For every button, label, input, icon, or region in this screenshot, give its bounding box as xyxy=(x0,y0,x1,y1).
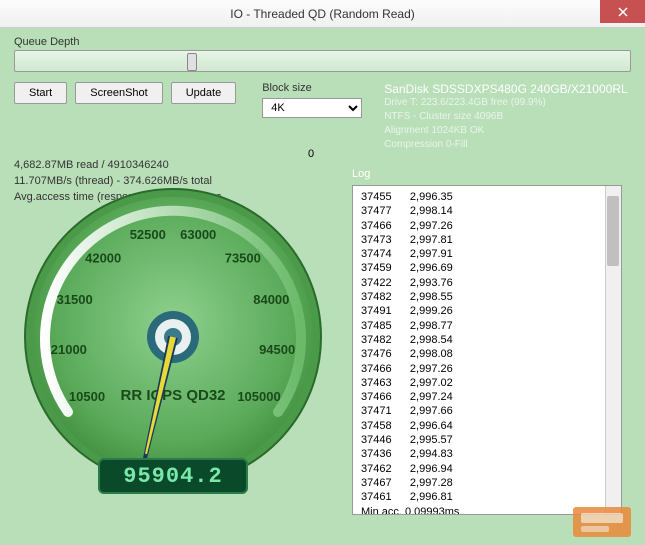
gauge-tick: 42000 xyxy=(85,251,121,266)
log-row: 37455 2,996.35 xyxy=(361,190,613,204)
log-row: 37462 2,996.94 xyxy=(361,462,613,476)
device-info: SanDisk SDSSDXPS480G 240GB/X21000RL Driv… xyxy=(384,82,631,152)
block-size-select[interactable]: 4K xyxy=(262,98,362,118)
log-row: 37482 2,998.55 xyxy=(361,290,613,304)
gauge-tick: 52500 xyxy=(130,227,166,242)
zero-value: 0 xyxy=(308,148,314,160)
log-row: 37422 2,993.76 xyxy=(361,276,613,290)
log-row: 37473 2,997.81 xyxy=(361,233,613,247)
device-line: Drive T: 223.6/223.4GB free (99.9%) xyxy=(384,96,631,110)
start-button[interactable]: Start xyxy=(14,82,67,104)
log-label: Log xyxy=(352,168,370,180)
gauge: 10500 21000 31500 42000 52500 63000 73500 84000… xyxy=(18,182,328,522)
log-row: 37471 2,997.66 xyxy=(361,404,613,418)
log-row: 37466 2,997.26 xyxy=(361,219,613,233)
log-row: 37459 2,996.69 xyxy=(361,261,613,275)
device-line: Alignment 1024KB OK xyxy=(384,124,631,138)
device-line: Compression 0-Fill xyxy=(384,138,631,152)
log-row: 37476 2,998.08 xyxy=(361,347,613,361)
gauge-tick: 105000 xyxy=(237,389,280,404)
block-size-label: Block size xyxy=(262,82,362,94)
update-button[interactable]: Update xyxy=(171,82,236,104)
screenshot-button[interactable]: ScreenShot xyxy=(75,82,162,104)
gauge-tick: 84000 xyxy=(253,292,289,307)
gauge-tick: 73500 xyxy=(225,251,261,266)
gauge-tick: 21000 xyxy=(51,342,87,357)
log-row: 37466 2,997.24 xyxy=(361,390,613,404)
scrollbar[interactable] xyxy=(605,186,621,514)
slider-thumb[interactable] xyxy=(187,53,197,71)
log-row: 37482 2,998.54 xyxy=(361,333,613,347)
scrollbar-thumb[interactable] xyxy=(607,196,619,266)
device-line: NTFS - Cluster size 4096B xyxy=(384,110,631,124)
device-title: SanDisk SDSSDXPS480G 240GB/X21000RL xyxy=(384,82,631,96)
log-row: 37485 2,998.77 xyxy=(361,319,613,333)
queue-depth-label: Queue Depth xyxy=(14,36,631,48)
log-row: 37461 2,996.81 xyxy=(361,490,613,504)
window-title: IO - Threaded QD (Random Read) xyxy=(230,7,415,21)
log-row: 37466 2,997.26 xyxy=(361,362,613,376)
log-row: 37477 2,998.14 xyxy=(361,204,613,218)
log-row: 37474 2,997.91 xyxy=(361,247,613,261)
stat-line: 4,682.87MB read / 4910346240 xyxy=(14,158,631,174)
log-row: 37467 2,997.28 xyxy=(361,476,613,490)
gauge-tick: 63000 xyxy=(180,227,216,242)
log-row: 37458 2,996.64 xyxy=(361,419,613,433)
log-row: 37436 2,994.83 xyxy=(361,447,613,461)
gauge-reading: 95904.2 xyxy=(98,458,248,494)
log-row: 37446 2,995.57 xyxy=(361,433,613,447)
close-button[interactable] xyxy=(600,0,645,23)
titlebar: IO - Threaded QD (Random Read) xyxy=(0,0,645,28)
queue-depth-slider[interactable] xyxy=(14,50,631,72)
gauge-tick: 31500 xyxy=(57,292,93,307)
log-row: 37491 2,999.26 xyxy=(361,304,613,318)
log-box[interactable]: 37455 2,996.3537477 2,998.1437466 2,997.… xyxy=(352,185,622,515)
gauge-tick: 94500 xyxy=(259,342,295,357)
gauge-label: RR IOPS QD32 xyxy=(120,387,225,404)
watermark-logo xyxy=(573,507,631,537)
log-row: 37463 2,997.02 xyxy=(361,376,613,390)
gauge-tick: 10500 xyxy=(69,389,105,404)
